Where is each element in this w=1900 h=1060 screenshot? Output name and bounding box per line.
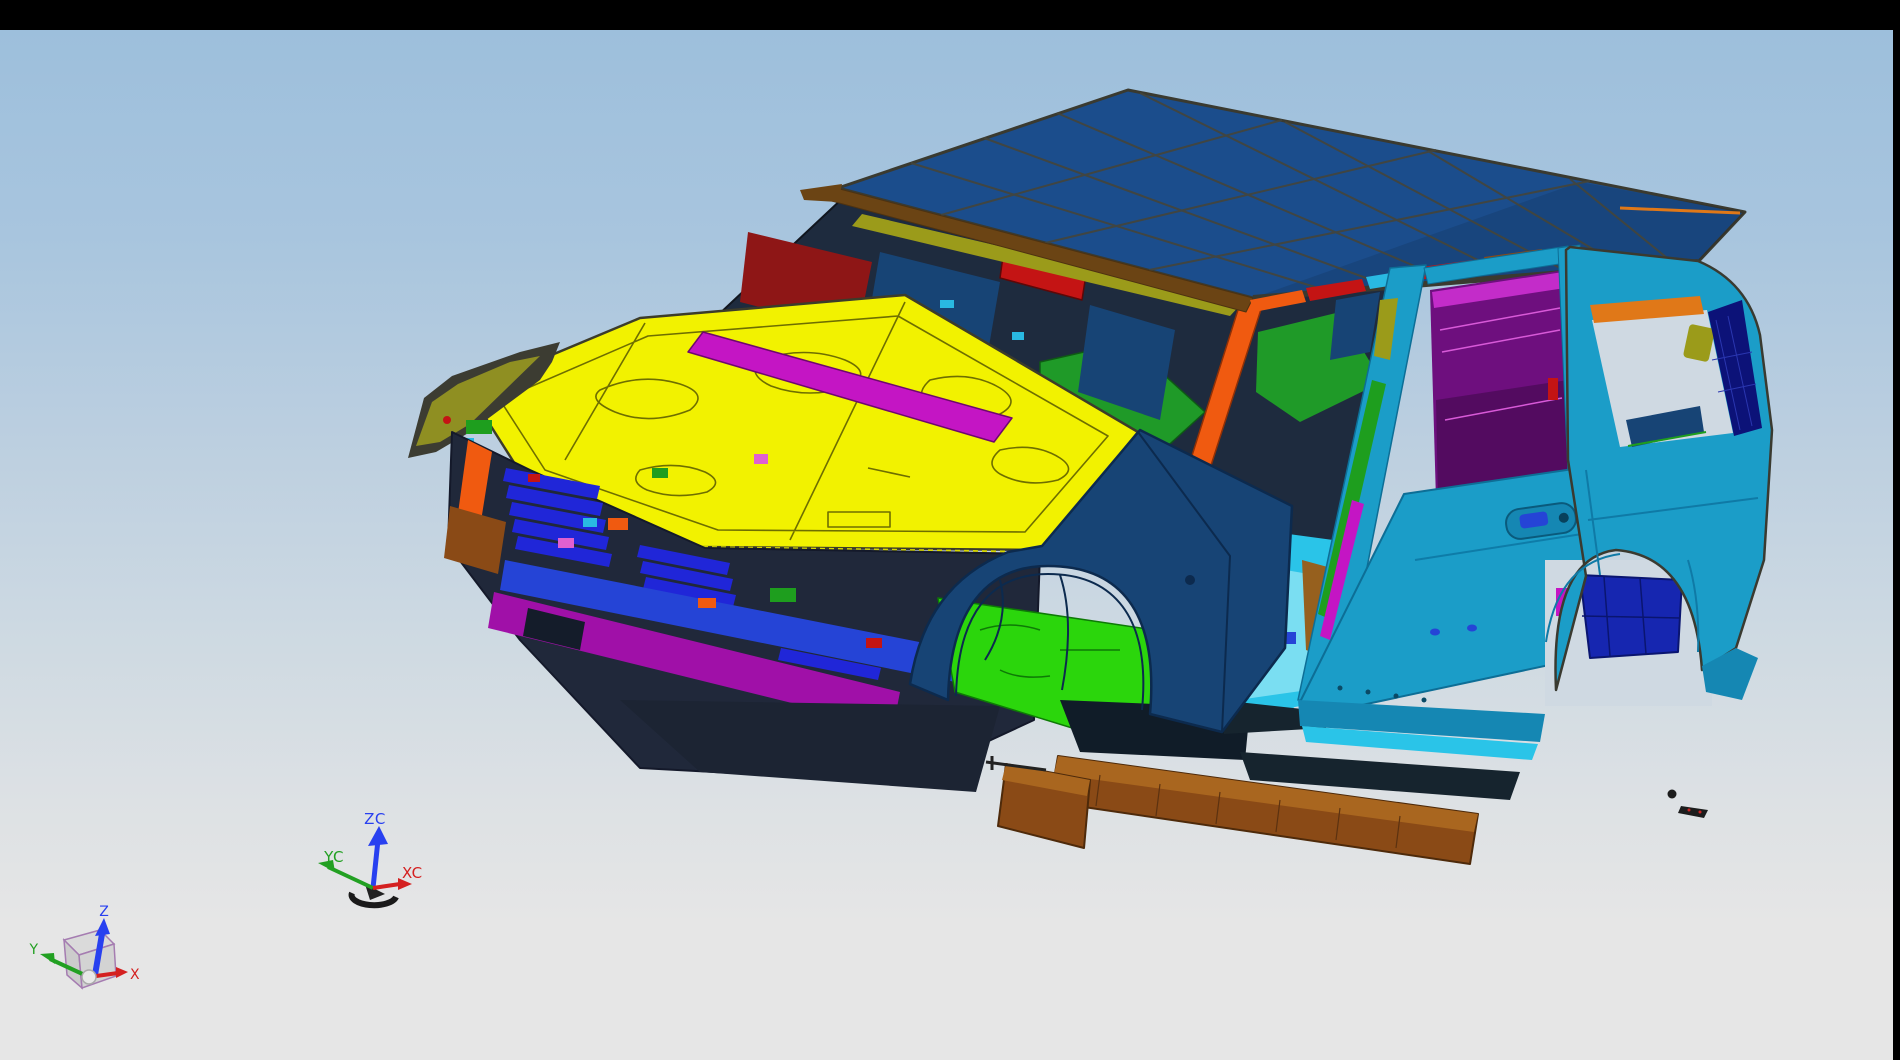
debris-red-dot-2	[1699, 811, 1702, 814]
wcs-triad: ZC YC XC	[318, 810, 423, 905]
fascia-pink-chip-2	[558, 538, 574, 548]
abs-z-arrowhead	[95, 918, 110, 936]
under-bumper-shadow	[620, 700, 1000, 792]
wcs-y-axis[interactable]	[328, 867, 373, 888]
graphics-viewport[interactable]: ZC YC XC Z Y X	[0, 30, 1893, 1060]
cad-application-window: ZC YC XC Z Y X	[0, 0, 1900, 1060]
fascia-red-chip-1	[528, 474, 540, 482]
right-screen-bar	[1893, 0, 1900, 1060]
wcs-z-arrowhead[interactable]	[368, 826, 388, 846]
debris-red-dot-1	[1688, 809, 1691, 812]
fascia-pink-chip-1	[754, 454, 768, 464]
window-red-chip	[1548, 378, 1558, 400]
fascia-orange-chip-2	[698, 598, 716, 608]
abs-x-label: X	[130, 967, 140, 983]
wcs-z-label: ZC	[364, 810, 386, 828]
debris-bar[interactable]	[1678, 806, 1708, 818]
fender-hole	[1185, 575, 1195, 585]
model-scene: ZC YC XC Z Y X	[0, 30, 1893, 1060]
wcs-z-axis[interactable]	[373, 840, 378, 888]
fascia-orange-chip-1	[608, 518, 628, 530]
wcs-x-label: XC	[402, 864, 423, 882]
fender-green-chip	[466, 420, 492, 434]
top-screen-bar	[0, 0, 1900, 30]
abs-y-arrowhead	[40, 953, 55, 964]
abs-x-arrowhead	[116, 967, 128, 978]
car-body-model	[408, 90, 1772, 864]
roof-header-tip	[800, 184, 842, 202]
debris-parts[interactable]	[1668, 790, 1709, 819]
fascia-red-chip-2	[866, 638, 882, 648]
wcs-y-label: YC	[323, 848, 344, 866]
fascia-green-chip-2	[770, 588, 796, 602]
wcs-x-axis[interactable]	[373, 884, 400, 888]
fender-red-dot	[443, 416, 451, 424]
abs-origin-ball	[82, 970, 96, 984]
abs-z-label: Z	[99, 904, 109, 920]
fascia-green-chip-1	[652, 468, 668, 478]
fascia-cyan-chip	[583, 518, 597, 527]
abs-y-label: Y	[28, 942, 38, 958]
absolute-triad: Z Y X	[28, 904, 140, 988]
rear-quarter	[1545, 247, 1772, 706]
debris-dot[interactable]	[1668, 790, 1677, 799]
